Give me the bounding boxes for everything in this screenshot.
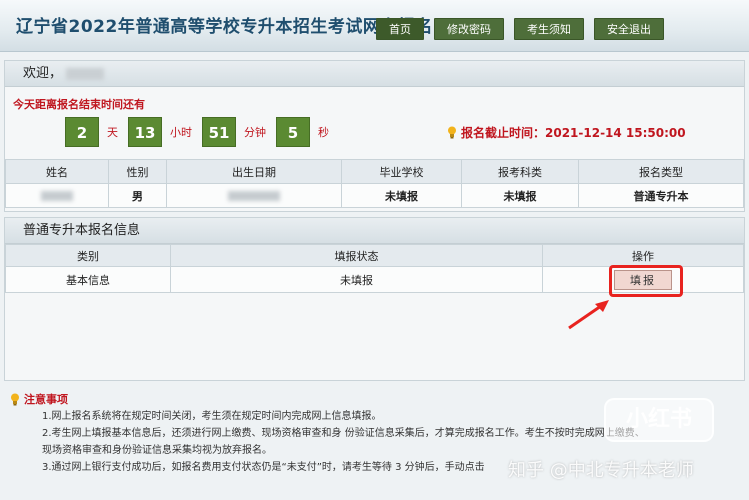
cell-status: 未填报 <box>170 266 543 293</box>
table-header-row: 类别 填报状态 操作 <box>5 244 744 267</box>
table-row: 男 未填报 未填报 普通专升本 <box>5 183 744 208</box>
col-birthdate: 出生日期 <box>166 159 342 184</box>
countdown-seconds: 5 <box>276 117 310 147</box>
lightbulb-icon <box>448 126 456 139</box>
deadline-text: 报名截止时间：2021-12-14 15:50:00 <box>461 126 686 140</box>
countdown-seconds-unit: 秒 <box>318 126 329 139</box>
countdown-hours-unit: 小时 <box>170 126 192 139</box>
countdown-timer: 2 天 13 小时 51 分钟 5 秒 <box>65 117 339 147</box>
col-category: 类别 <box>5 244 171 267</box>
col-status: 填报状态 <box>170 244 543 267</box>
col-type: 报名类型 <box>578 159 744 184</box>
cell-gender: 男 <box>108 183 167 208</box>
col-name: 姓名 <box>5 159 109 184</box>
nav-logout-button[interactable]: 安全退出 <box>594 18 664 40</box>
xiaohongshu-watermark: 小红书 <box>604 398 714 442</box>
countdown-days: 2 <box>65 117 99 147</box>
top-nav: 首页 修改密码 考生须知 安全退出 <box>376 18 664 40</box>
table-header-row: 姓名 性别 出生日期 毕业学校 报考科类 报名类型 <box>5 159 744 184</box>
blurred-birthdate <box>228 191 280 201</box>
col-category: 报考科类 <box>461 159 579 184</box>
header-bar: 辽宁省2022年普通高等学校专升本招生考试网上报名 首页 修改密码 考生须知 安… <box>0 0 749 52</box>
welcome-label: 欢迎， <box>23 66 63 81</box>
col-school: 毕业学校 <box>341 159 462 184</box>
nav-change-password-button[interactable]: 修改密码 <box>434 18 504 40</box>
blurred-name <box>41 191 73 201</box>
notes-title: 注意事项 <box>10 391 68 407</box>
cell-name <box>5 183 109 208</box>
pointer-arrow-icon <box>568 300 609 330</box>
cell-school: 未填报 <box>341 183 462 208</box>
blurred-username <box>66 67 105 80</box>
col-action: 操作 <box>542 244 744 267</box>
countdown-hours: 13 <box>128 117 162 147</box>
lightbulb-icon <box>11 393 19 405</box>
highlight-box <box>609 265 683 297</box>
notes-title-text: 注意事项 <box>24 393 68 406</box>
countdown-days-unit: 天 <box>107 126 118 139</box>
countdown-minutes-unit: 分钟 <box>244 126 266 139</box>
application-panel: 普通专升本报名信息 类别 填报状态 操作 基本信息 未填报 填报 <box>4 217 745 381</box>
cell-type: 普通专升本 <box>578 183 744 208</box>
countdown-title: 今天距离报名结束时间还有 <box>13 98 145 111</box>
nav-exam-notice-button[interactable]: 考生须知 <box>514 18 584 40</box>
cell-category: 未填报 <box>461 183 579 208</box>
application-title: 普通专升本报名信息 <box>5 218 744 244</box>
cell-category: 基本信息 <box>5 266 171 293</box>
countdown-minutes: 51 <box>202 117 236 147</box>
welcome-header: 欢迎， <box>5 61 744 87</box>
site-title: 辽宁省2022年普通高等学校专升本招生考试网上报名 <box>16 17 433 37</box>
deadline-notice: 报名截止时间：2021-12-14 15:50:00 <box>447 124 686 141</box>
col-gender: 性别 <box>108 159 167 184</box>
zhihu-watermark: 知乎 @中北专升本老师 <box>508 460 694 481</box>
cell-birthdate <box>166 183 342 208</box>
nav-home-button[interactable]: 首页 <box>376 18 424 40</box>
student-info-table: 姓名 性别 出生日期 毕业学校 报考科类 报名类型 男 未填报 未填报 普通专升… <box>5 159 744 208</box>
welcome-panel: 欢迎， 今天距离报名结束时间还有 2 天 13 小时 51 分钟 5 秒 报名截… <box>4 60 745 212</box>
